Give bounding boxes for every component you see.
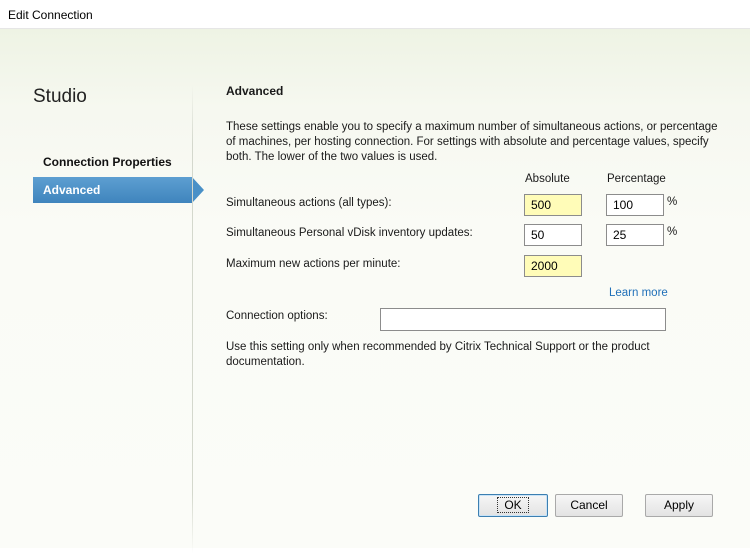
simultaneous-actions-absolute-input[interactable]: 500 bbox=[524, 194, 582, 216]
window-title: Edit Connection bbox=[8, 8, 93, 22]
percent-unit: % bbox=[667, 226, 678, 238]
percent-unit: % bbox=[667, 196, 678, 208]
dialog-content: Studio Connection Properties Advanced Ad… bbox=[0, 29, 750, 554]
ok-button[interactable]: OK bbox=[478, 494, 548, 517]
title-bar: Edit Connection bbox=[0, 0, 750, 29]
cancel-button[interactable]: Cancel bbox=[555, 494, 623, 517]
pvd-inventory-percentage-input[interactable]: 25 bbox=[606, 224, 664, 246]
section-title: Advanced bbox=[226, 84, 284, 98]
connection-options-input[interactable] bbox=[380, 308, 666, 331]
max-new-actions-absolute-input[interactable]: 2000 bbox=[524, 255, 582, 277]
absolute-column-header: Absolute bbox=[525, 173, 570, 185]
pvd-inventory-updates-label: Simultaneous Personal vDisk inventory up… bbox=[226, 227, 473, 239]
apply-button[interactable]: Apply bbox=[645, 494, 713, 517]
main-panel: Advanced These settings enable you to sp… bbox=[0, 29, 750, 548]
simultaneous-actions-label: Simultaneous actions (all types): bbox=[226, 197, 392, 209]
recommendation-note: Use this setting only when recommended b… bbox=[226, 341, 650, 368]
description-text: These settings enable you to specify a m… bbox=[226, 121, 718, 163]
max-new-actions-label: Maximum new actions per minute: bbox=[226, 258, 401, 270]
pvd-inventory-absolute-input[interactable]: 50 bbox=[524, 224, 582, 246]
connection-options-label: Connection options: bbox=[226, 310, 328, 322]
simultaneous-actions-percentage-input[interactable]: 100 bbox=[606, 194, 664, 216]
learn-more-link[interactable]: Learn more bbox=[609, 287, 668, 299]
percentage-column-header: Percentage bbox=[607, 173, 666, 185]
ok-button-label: OK bbox=[497, 497, 529, 513]
